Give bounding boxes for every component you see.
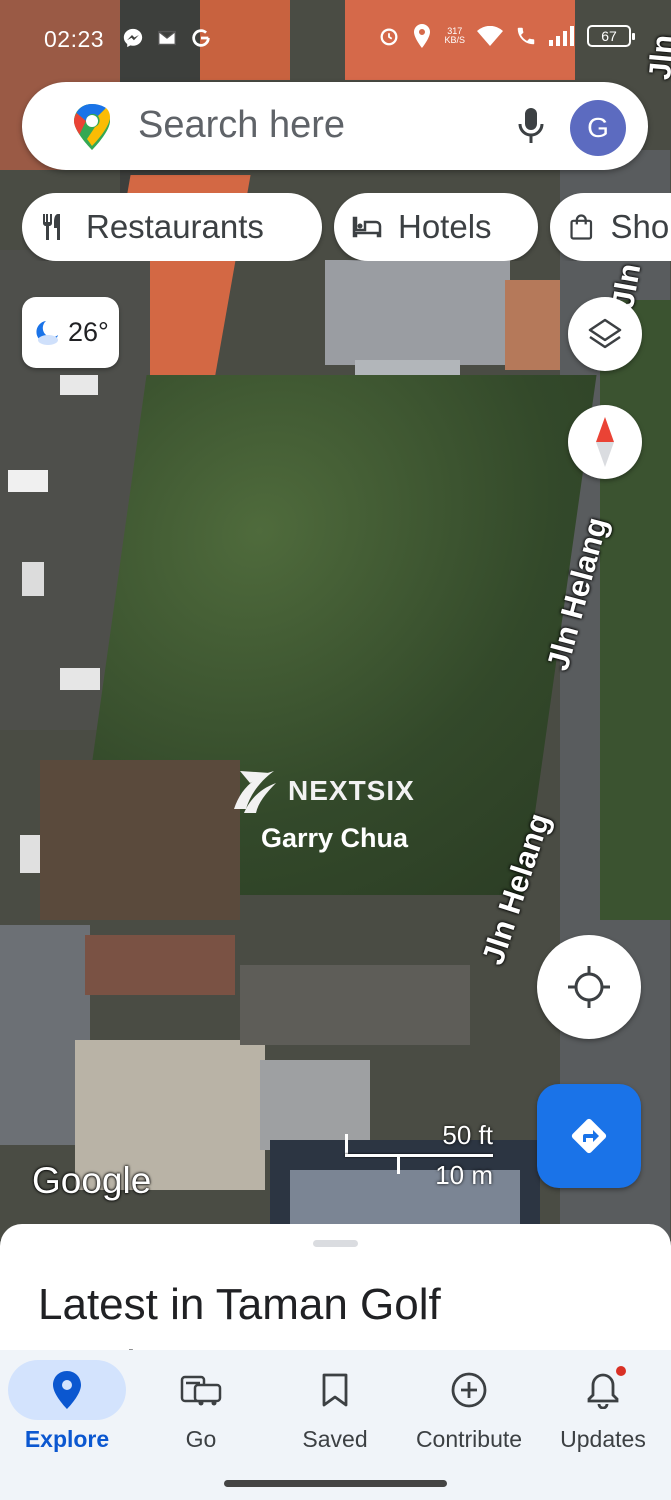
scale-m: 10 m <box>435 1160 493 1190</box>
search-input[interactable]: Search here <box>138 104 345 147</box>
nextsix-logo-icon <box>234 771 276 813</box>
explore-pin-icon <box>53 1371 81 1409</box>
my-location-button[interactable] <box>537 935 641 1039</box>
alarm-icon <box>381 28 398 46</box>
map-vegetation <box>40 760 240 920</box>
map-road <box>240 965 470 1045</box>
my-location-icon <box>568 966 610 1008</box>
nav-label: Explore <box>24 1426 110 1452</box>
location-status-icon <box>414 24 431 48</box>
map-car <box>22 562 44 596</box>
bell-icon <box>587 1373 619 1409</box>
nav-label: Contribute <box>415 1426 523 1452</box>
wifi-call-icon <box>517 27 535 45</box>
google-attribution: Google <box>32 1160 152 1201</box>
directions-icon <box>571 1118 607 1154</box>
map-building <box>325 260 510 365</box>
map-car <box>8 470 48 492</box>
nav-contribute[interactable]: Contribute <box>402 1350 536 1470</box>
account-avatar[interactable]: G <box>570 100 626 156</box>
messenger-icon <box>123 28 143 48</box>
nav-icon-container <box>276 1360 394 1420</box>
chip-shopping[interactable]: Shopping <box>550 193 671 261</box>
chip-label: Restaurants <box>86 208 264 245</box>
google-icon <box>192 29 210 47</box>
mic-icon[interactable] <box>516 106 546 146</box>
status-system-icons: 317 KB/S 67 <box>378 24 635 48</box>
chip-hotels[interactable]: Hotels <box>334 193 538 261</box>
temperature: 26° <box>68 317 109 347</box>
map-car <box>60 668 100 690</box>
status-bar: 02:23 317 KB/S 67 <box>0 0 671 78</box>
nav-saved[interactable]: Saved <box>268 1350 402 1470</box>
map-car <box>60 375 98 395</box>
layers-icon <box>588 318 622 349</box>
watermark: NEXTSIX Garry Chua <box>222 755 462 865</box>
sheet-drag-handle[interactable] <box>313 1240 358 1247</box>
signal-icon <box>549 26 574 46</box>
moon-cloud-icon <box>36 320 58 345</box>
chip-label: Shopping <box>610 208 671 245</box>
status-notification-icons <box>122 27 212 49</box>
nav-label: Go <box>185 1426 217 1452</box>
search-bar[interactable]: Search here G <box>22 82 648 170</box>
directions-button[interactable] <box>537 1084 641 1188</box>
compass-icon <box>596 417 614 467</box>
nav-go[interactable]: Go <box>134 1350 268 1470</box>
updates-badge <box>616 1366 626 1376</box>
scale-tick <box>397 1154 400 1174</box>
category-chips: Restaurants Hotels Shopping <box>22 193 671 261</box>
network-speed-unit: KB/S <box>444 35 465 45</box>
status-time: 02:23 <box>44 26 105 52</box>
chip-label: Hotels <box>398 208 492 245</box>
add-circle-icon <box>451 1372 487 1408</box>
home-indicator[interactable] <box>224 1480 447 1487</box>
network-speed: 317 KB/S <box>444 27 465 45</box>
wifi-icon <box>477 26 503 46</box>
watermark-name: Garry Chua <box>260 823 409 853</box>
compass-button[interactable] <box>568 405 642 479</box>
bottom-sheet[interactable]: Latest in Taman Golf Garden <box>0 1224 671 1364</box>
nav-icon-container <box>410 1360 528 1420</box>
layers-button[interactable] <box>568 297 642 371</box>
map-building <box>85 935 235 995</box>
battery-indicator: 67 <box>587 25 635 47</box>
weather-widget[interactable]: 26° <box>22 297 119 368</box>
chip-restaurants[interactable]: Restaurants <box>22 193 322 261</box>
map-vegetation <box>600 300 671 920</box>
scale-ft: 50 ft <box>442 1120 493 1150</box>
nav-label: Saved <box>302 1426 368 1452</box>
gmail-icon <box>158 30 176 46</box>
nav-icon-container <box>142 1360 260 1420</box>
nav-icon-container <box>8 1360 126 1420</box>
bottom-navigation: Explore Go Saved Contribute Updates <box>0 1350 671 1500</box>
scale-line <box>345 1154 493 1157</box>
fork-knife-icon <box>43 214 60 240</box>
nav-explore[interactable]: Explore <box>0 1350 134 1470</box>
map-scale: 50 ft 10 m <box>345 1120 495 1192</box>
nav-updates[interactable]: Updates <box>536 1350 670 1470</box>
bed-icon <box>352 216 382 238</box>
bookmark-icon <box>322 1373 348 1407</box>
shopping-bag-icon <box>570 214 593 240</box>
scale-tick <box>345 1134 348 1156</box>
nav-label: Updates <box>560 1426 646 1452</box>
maps-logo-icon <box>74 104 110 150</box>
nav-icon-container <box>544 1360 662 1420</box>
watermark-brand: NEXTSIX <box>288 775 415 806</box>
car-icon <box>180 1375 222 1406</box>
